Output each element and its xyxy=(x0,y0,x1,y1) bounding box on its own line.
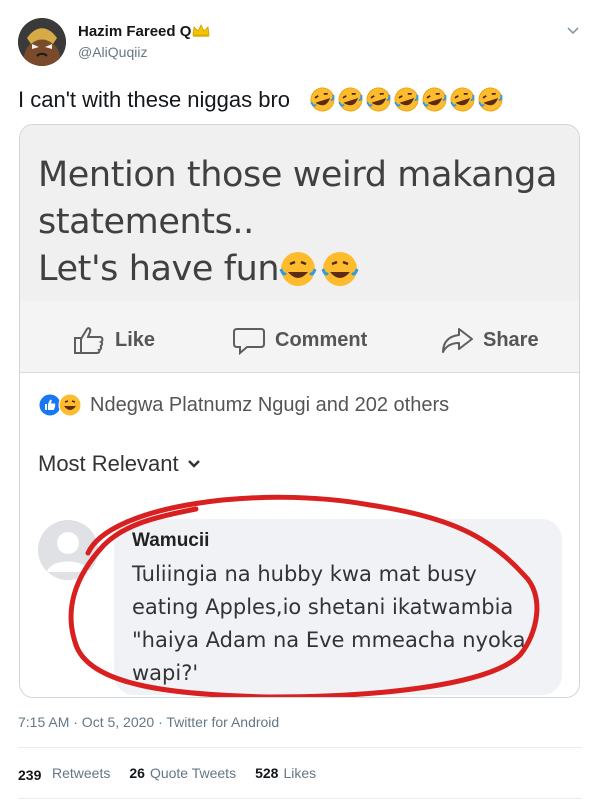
comment-line: eating Apples,io shetani ikatwambia xyxy=(132,595,514,619)
avatar[interactable] xyxy=(18,18,66,66)
comment-label: Comment xyxy=(275,328,368,351)
quote-label[interactable]: Quote Tweets xyxy=(150,765,236,781)
tweet-media[interactable]: Mention those weird makanga statements..… xyxy=(19,124,580,698)
post-line: Let's have fun xyxy=(38,249,280,289)
crown-icon xyxy=(192,24,210,37)
tweet-text: I can't with these niggas bro xyxy=(18,87,291,112)
chevron-down-icon xyxy=(187,460,200,468)
likes-count[interactable]: 528 xyxy=(255,765,278,781)
default-profile-icon xyxy=(38,520,98,580)
comment-line: "haiya Adam na Eve mmeacha nyoka xyxy=(132,628,526,652)
chevron-down-icon[interactable] xyxy=(565,22,581,38)
display-name[interactable]: Hazim Fareed Q xyxy=(78,23,191,40)
retweets-label[interactable]: Retweets xyxy=(52,765,110,781)
laughing-emoji-icon xyxy=(366,87,391,112)
laughing-emoji-icon xyxy=(279,252,317,286)
fun-emojis xyxy=(278,249,360,289)
sort-dropdown[interactable]: Most Relevant xyxy=(38,451,201,477)
post-line: statements.. xyxy=(38,202,254,242)
laughing-emoji-icon xyxy=(310,87,335,112)
laughing-emoji-icon xyxy=(321,252,359,286)
comment-icon xyxy=(233,328,265,355)
like-icon xyxy=(74,327,104,354)
laughing-emoji-icon xyxy=(338,87,363,112)
post-line: Mention those weird makanga xyxy=(38,155,557,195)
tweet-stats: 239 Retweets 26 Quote Tweets 528 Likes xyxy=(18,764,316,782)
divider xyxy=(18,747,582,748)
quote-count[interactable]: 26 xyxy=(129,765,145,781)
comment-button[interactable]: Comment xyxy=(232,325,367,355)
facebook-post-text-area: Mention those weird makanga statements..… xyxy=(20,125,579,301)
facebook-action-bar: Like Comment Share xyxy=(20,301,579,373)
reactions-summary[interactable]: Ndegwa Platnumz Ngugi and 202 others xyxy=(38,393,449,417)
likes-label[interactable]: Likes xyxy=(283,765,316,781)
like-button[interactable]: Like xyxy=(72,325,155,355)
like-label: Like xyxy=(115,328,156,351)
sort-label: Most Relevant xyxy=(38,451,179,476)
divider xyxy=(18,798,582,799)
tweet-timestamp[interactable]: 7:15 AM · Oct 5, 2020 · Twitter for Andr… xyxy=(18,714,279,730)
laughing-emoji-icon xyxy=(450,87,475,112)
laughing-emoji-icon xyxy=(478,87,503,112)
laughing-emoji-icon xyxy=(422,87,447,112)
haha-reaction-icon xyxy=(58,393,82,417)
user-handle[interactable]: @AliQuqiiz xyxy=(78,44,147,60)
share-icon xyxy=(442,328,473,353)
comment-line: wapi?' xyxy=(132,661,199,685)
comment-author: Wamucii xyxy=(132,530,210,551)
share-label: Share xyxy=(483,328,539,351)
reaction-icons xyxy=(38,393,82,417)
retweets-count[interactable]: 239 xyxy=(18,764,46,782)
comment-line: Tuliingia na hubby kwa mat busy xyxy=(132,562,477,586)
share-button[interactable]: Share xyxy=(440,325,539,355)
tweet: Hazim Fareed Q @AliQuqiiz I can't with t… xyxy=(0,0,602,800)
reactions-text: Ndegwa Platnumz Ngugi and 202 others xyxy=(90,393,450,416)
laughing-emoji-icon xyxy=(394,87,419,112)
laughing-emoji-row xyxy=(309,86,504,114)
